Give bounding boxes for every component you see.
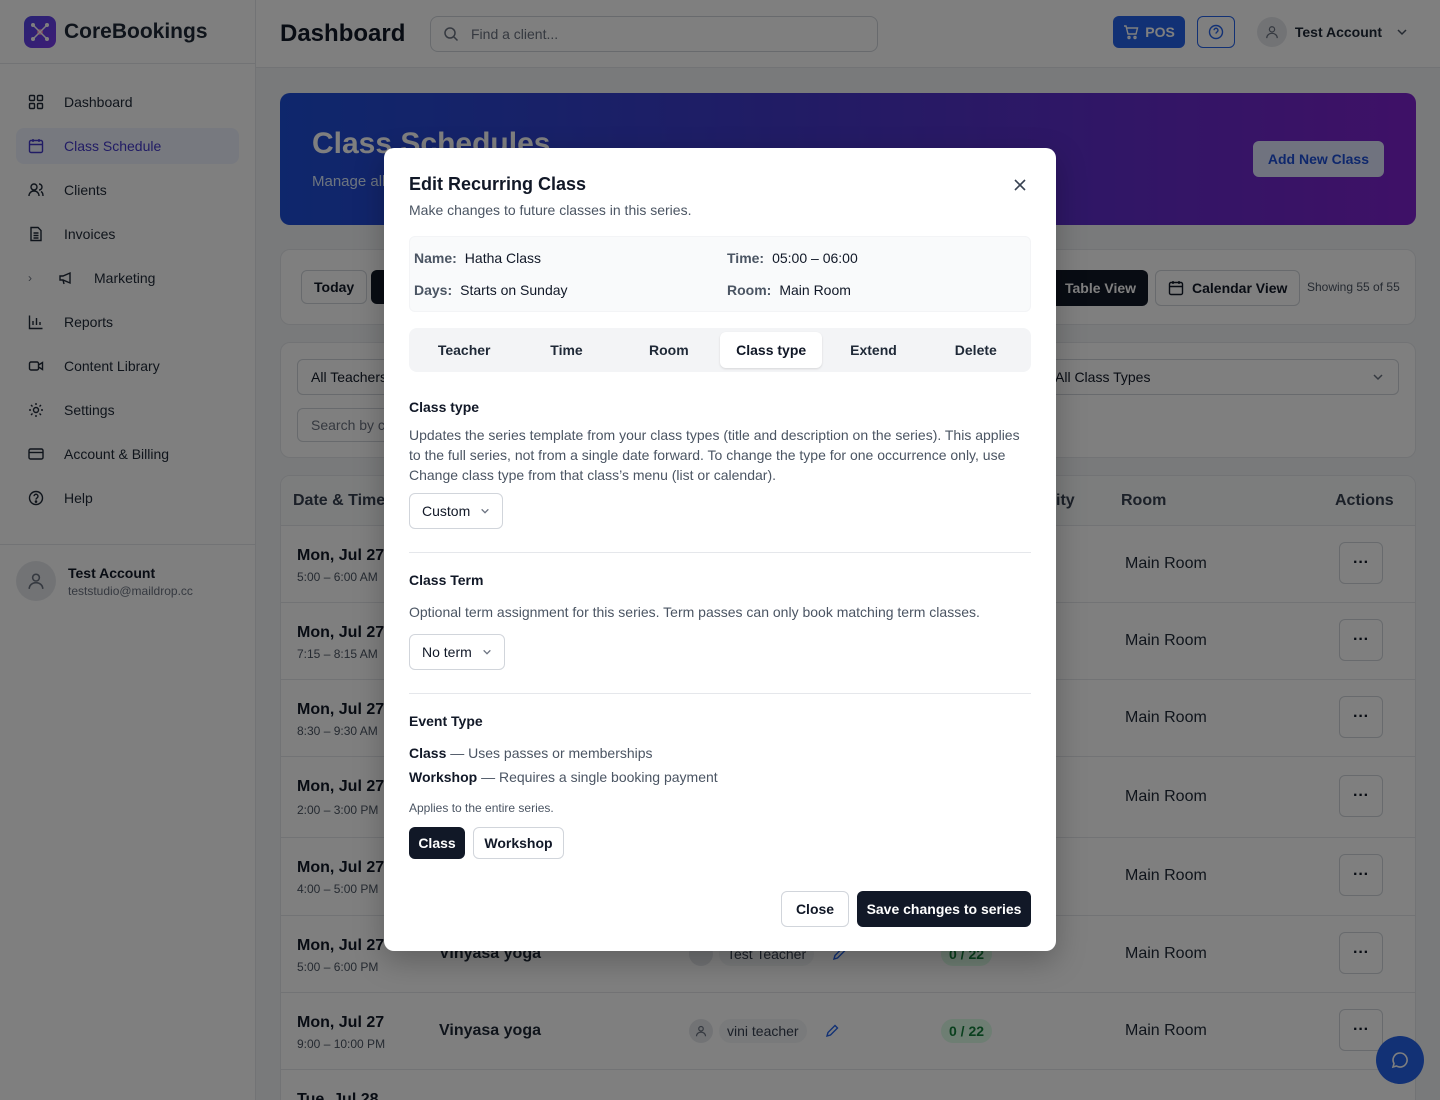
class-type-description: Updates the series template from your cl… xyxy=(409,427,1020,483)
series-summary: Name: Hatha Class Time: 05:00 – 06:00 Days… xyxy=(409,236,1031,312)
event-type-workshop-description: Workshop — Requires a single booking pay… xyxy=(409,769,718,785)
event-type-note: Applies to the entire series. xyxy=(409,801,554,815)
class-term-description: Optional term assignment for this series… xyxy=(409,604,980,620)
event-type-heading: Event Type xyxy=(409,713,483,729)
event-type-class-button[interactable]: Class xyxy=(409,827,465,859)
edit-tabs: Teacher Time Room Class type Extend Dele… xyxy=(409,328,1031,372)
save-changes-button[interactable]: Save changes to series xyxy=(857,891,1031,927)
tab-room[interactable]: Room xyxy=(618,332,720,368)
close-button[interactable]: Close xyxy=(781,891,849,927)
chevron-down-icon xyxy=(481,508,490,514)
class-term-select[interactable]: No term xyxy=(409,634,505,670)
summary-room: Room: Main Room xyxy=(727,282,851,298)
edit-recurring-class-modal: Edit Recurring Class Make changes to fut… xyxy=(384,148,1056,951)
class-type-select[interactable]: Custom xyxy=(409,493,504,529)
event-type-class-description: Class — Uses passes or memberships xyxy=(409,745,653,761)
tab-time[interactable]: Time xyxy=(515,332,617,368)
tab-class-type[interactable]: Class type xyxy=(719,332,823,368)
class-term-value: No term xyxy=(422,644,472,660)
summary-time: Time: 05:00 – 06:00 xyxy=(727,250,858,266)
class-term-heading: Class Term xyxy=(409,572,484,588)
event-type-workshop-button[interactable]: Workshop xyxy=(473,827,564,859)
modal-subtitle: Make changes to future classes in this s… xyxy=(409,202,692,218)
modal-title: Edit Recurring Class xyxy=(409,174,587,194)
summary-days: Days: Starts on Sunday xyxy=(414,282,568,298)
close-icon[interactable] xyxy=(1010,175,1030,195)
divider xyxy=(409,693,1031,694)
divider xyxy=(409,552,1031,553)
summary-name: Name: Hatha Class xyxy=(414,250,542,266)
tab-extend[interactable]: Extend xyxy=(822,332,924,368)
class-type-value: Custom xyxy=(422,503,471,519)
class-type-heading: Class type xyxy=(409,399,480,415)
tab-teacher[interactable]: Teacher xyxy=(413,332,515,368)
chevron-down-icon xyxy=(482,649,491,655)
tab-delete[interactable]: Delete xyxy=(925,332,1027,368)
